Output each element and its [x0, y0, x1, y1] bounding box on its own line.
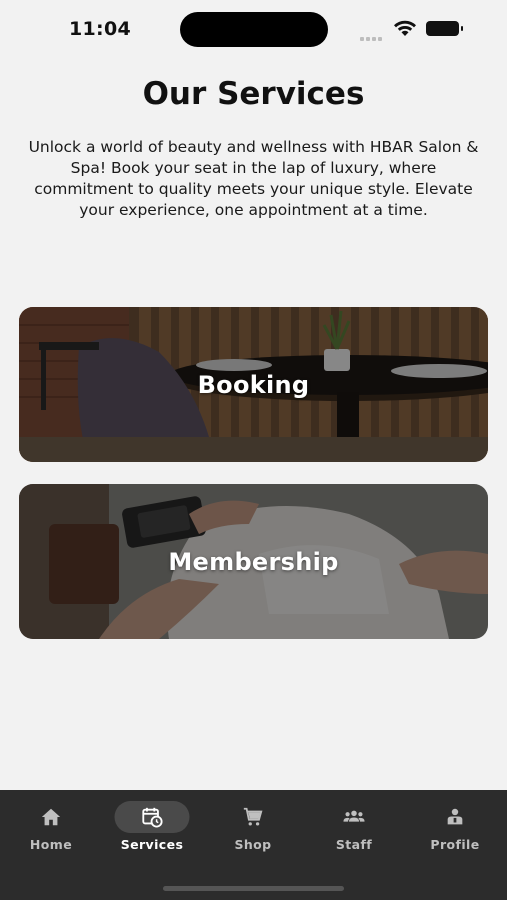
- booking-card[interactable]: Booking: [19, 307, 488, 462]
- tab-shop[interactable]: Shop: [208, 800, 298, 860]
- status-bar: 11:04: [0, 0, 507, 60]
- tab-home[interactable]: Home: [6, 800, 96, 860]
- tab-staff-label: Staff: [335, 837, 373, 852]
- membership-card[interactable]: Membership: [19, 484, 488, 639]
- calendar-clock-icon: [142, 807, 163, 828]
- bottom-tab-bar: Home Services Shop Staff Profile: [0, 790, 507, 900]
- tab-home-label: Home: [29, 837, 73, 852]
- intro-text: Unlock a world of beauty and wellness wi…: [28, 138, 479, 219]
- tab-services-label: Services: [120, 837, 184, 852]
- status-time: 11:04: [69, 18, 131, 40]
- tab-profile[interactable]: Profile: [410, 800, 500, 860]
- tab-shop-label: Shop: [234, 837, 272, 852]
- page-title: Our Services: [142, 76, 365, 112]
- home-icon: [41, 808, 61, 826]
- tab-profile-label: Profile: [430, 837, 480, 852]
- battery-icon: [426, 21, 463, 36]
- wifi-icon: [394, 20, 416, 36]
- cellular-signal-icon: [360, 26, 386, 41]
- membership-label: Membership: [168, 547, 339, 576]
- cart-icon: [243, 807, 263, 826]
- group-icon: [343, 810, 365, 822]
- tab-services[interactable]: Services: [107, 800, 197, 860]
- dynamic-island: [180, 12, 328, 47]
- tab-staff[interactable]: Staff: [309, 800, 399, 860]
- person-badge-icon: [447, 808, 463, 825]
- booking-label: Booking: [197, 370, 310, 399]
- home-indicator[interactable]: [163, 886, 344, 891]
